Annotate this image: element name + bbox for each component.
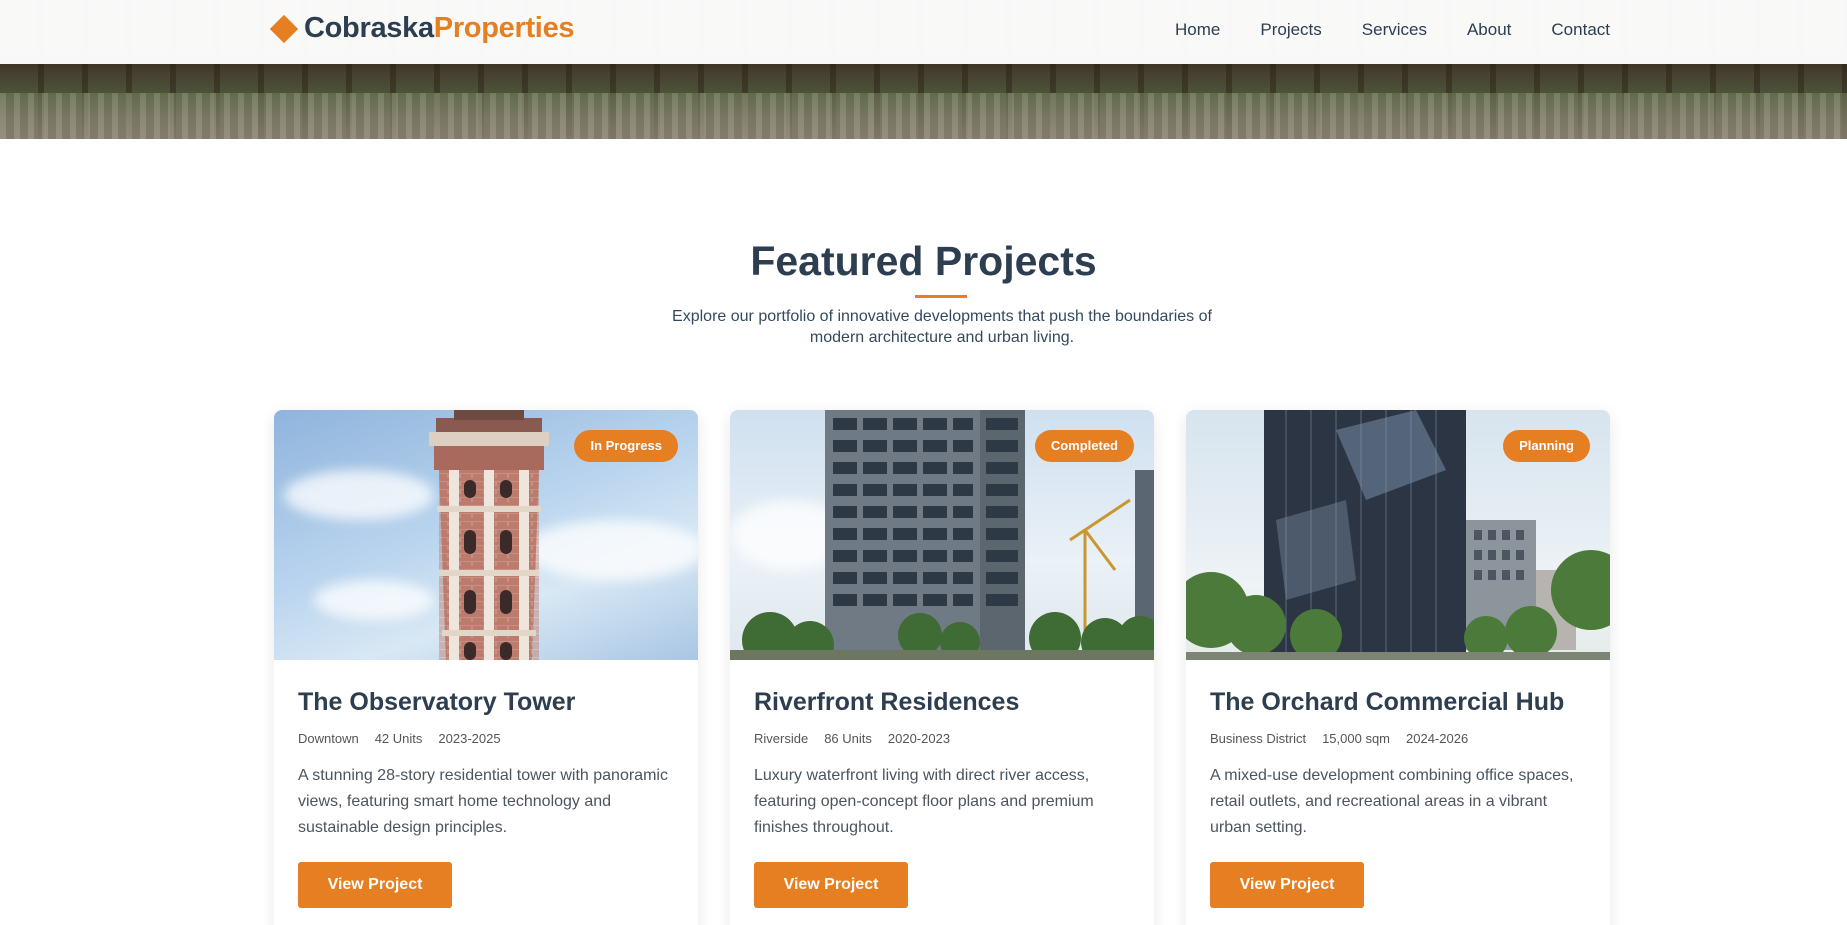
project-title: Riverfront Residences <box>754 688 1020 716</box>
project-image[interactable]: Planning <box>1186 410 1610 660</box>
site-header: CobraskaProperties Home Projects Service… <box>0 0 1847 64</box>
project-description: Luxury waterfront living with direct riv… <box>754 767 1094 836</box>
project-card: Completed Riverfront Residences Riversid… <box>730 410 1154 925</box>
view-project-button[interactable]: View Project <box>298 862 452 908</box>
status-badge: Planning <box>1503 430 1590 462</box>
project-location: Riverside <box>754 731 809 746</box>
status-badge: Completed <box>1034 430 1134 462</box>
nav-projects[interactable]: Projects <box>1260 20 1321 40</box>
project-title: The Observatory Tower <box>298 688 576 716</box>
title-underline <box>915 295 967 298</box>
nav-home[interactable]: Home <box>1175 20 1220 40</box>
project-location: Downtown <box>298 731 359 746</box>
nav-services[interactable]: Services <box>1362 20 1427 40</box>
logo-name-part2: Properties <box>433 12 575 44</box>
project-size: 86 Units <box>824 731 872 746</box>
project-image[interactable]: Completed <box>730 410 1154 660</box>
logo-text: CobraskaProperties <box>304 12 575 45</box>
site-logo[interactable]: CobraskaProperties <box>269 12 575 45</box>
diamond-logo-icon <box>269 14 299 43</box>
project-size: 42 Units <box>374 731 423 746</box>
status-badge: In Progress <box>574 430 678 462</box>
logo-name-part1: Cobraska <box>304 12 434 44</box>
nav-about[interactable]: About <box>1467 20 1511 40</box>
section-title: Featured Projects <box>750 238 1097 284</box>
project-years: 2023-2025 <box>438 731 501 746</box>
project-years: 2024-2026 <box>1406 731 1469 746</box>
project-meta: Downtown 42 Units 2023-2025 <box>298 731 674 746</box>
project-years: 2020-2023 <box>887 731 951 746</box>
project-description: A stunning 28-story residential tower wi… <box>298 767 668 836</box>
nav-contact[interactable]: Contact <box>1551 20 1610 40</box>
view-project-button[interactable]: View Project <box>754 862 908 908</box>
project-card: Planning The Orchard Commercial Hub Busi… <box>1186 410 1610 925</box>
main-nav: Home Projects Services About Contact <box>1175 20 1610 40</box>
project-card: In Progress The Observatory Tower Downto… <box>274 410 698 925</box>
project-title: The Orchard Commercial Hub <box>1210 688 1565 716</box>
view-project-button[interactable]: View Project <box>1210 862 1364 908</box>
project-size: 15,000 sqm <box>1322 731 1391 746</box>
project-meta: Riverside 86 Units 2020-2023 <box>754 731 1130 746</box>
project-location: Business District <box>1210 731 1307 746</box>
project-image[interactable]: In Progress <box>274 410 698 660</box>
section-subtitle: Explore our portfolio of innovative deve… <box>672 308 1212 346</box>
project-meta: Business District 15,000 sqm 2024-2026 <box>1210 731 1586 746</box>
project-description: A mixed-use development combining office… <box>1210 767 1574 836</box>
